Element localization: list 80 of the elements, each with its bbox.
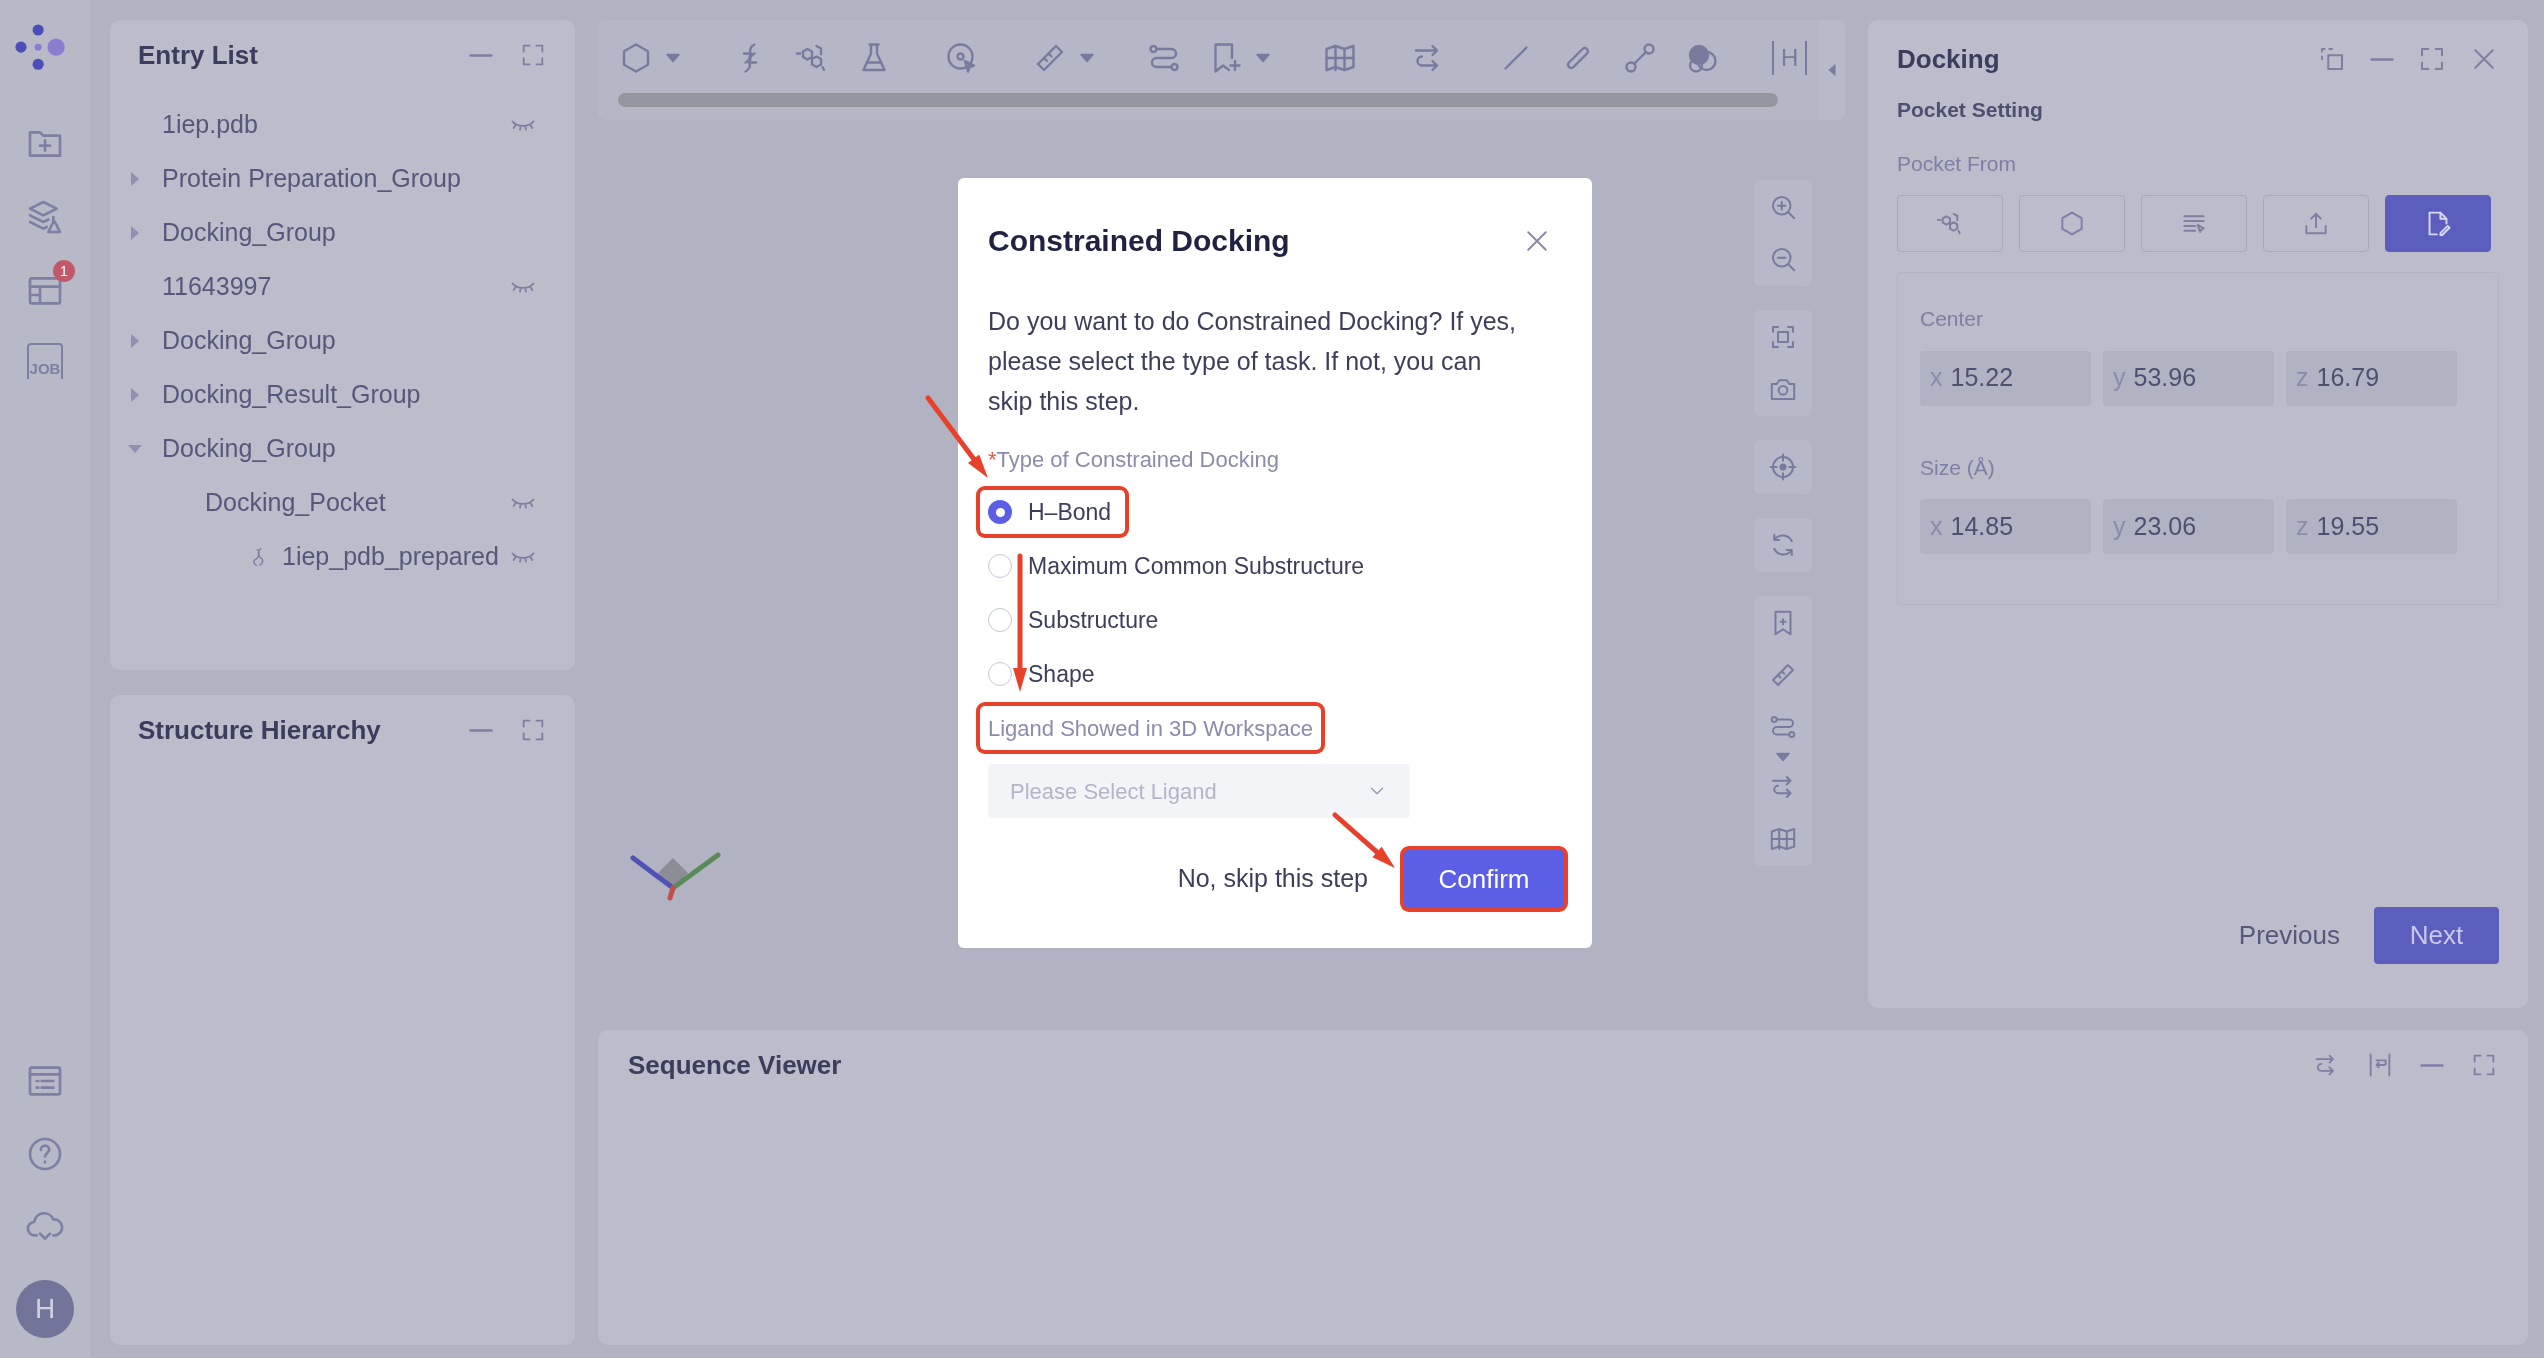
skip-button[interactable]: No, skip this step xyxy=(1177,860,1368,898)
radio-button[interactable] xyxy=(988,608,1012,632)
minimize-button[interactable] xyxy=(469,728,493,732)
item-label: 1iep_pdb_prepared xyxy=(282,541,500,573)
pocket-source-button[interactable] xyxy=(2385,195,2491,252)
tree-item[interactable]: Protein Preparation_Group xyxy=(130,152,547,206)
radio-button[interactable] xyxy=(988,554,1012,578)
item-label: 11643997 xyxy=(162,271,273,303)
item-label: Docking_Result_Group xyxy=(162,379,422,411)
tree-item[interactable]: Docking_Group xyxy=(130,206,547,260)
job-button[interactable]: JOB xyxy=(27,343,63,379)
minimize-button[interactable] xyxy=(2369,57,2395,61)
item-label: Docking_Group xyxy=(162,217,337,249)
pocket-source-button[interactable] xyxy=(2141,195,2247,252)
coordinate-value: 53.96 xyxy=(2133,362,2197,394)
toolbar-button[interactable] xyxy=(1622,40,1658,76)
notification-badge: 1 xyxy=(53,260,75,282)
minimize-button[interactable] xyxy=(2420,1063,2444,1067)
coordinate-value: 19.55 xyxy=(2316,510,2380,542)
toolbar-button[interactable] xyxy=(666,51,680,65)
next-button[interactable]: Next xyxy=(2374,907,2499,964)
required-asterisk: * xyxy=(988,446,997,474)
caret-icon xyxy=(1776,750,1790,764)
caret-icon xyxy=(666,51,680,65)
coordinate-value: 23.06 xyxy=(2133,510,2197,542)
radio-option[interactable]: Maximum Common Substructure xyxy=(980,544,1379,588)
section-title: Pocket Setting xyxy=(1897,97,2044,123)
item-label: 1iep.pdb xyxy=(162,109,259,141)
caret-icon xyxy=(1080,51,1094,65)
field-label: Type of Constrained Docking xyxy=(996,446,1280,474)
tree-item[interactable]: Docking_Group xyxy=(130,314,547,368)
minimize-icon xyxy=(469,728,493,732)
item-label: Docking_Group xyxy=(162,433,337,465)
radio-option[interactable]: Substructure xyxy=(980,598,1173,642)
item-label: Docking_Pocket xyxy=(205,487,387,519)
previous-button[interactable]: Previous xyxy=(2238,916,2340,955)
panel-title: Structure Hierarchy xyxy=(138,713,382,747)
item-label: Protein Preparation_Group xyxy=(162,163,462,195)
placeholder-text: Please Select Ligand xyxy=(1010,777,1218,806)
annotation-arrow xyxy=(1332,812,1395,868)
dialog-message: Do you want to do Constrained Docking? If yes, please select the type of task. If not, you can skip this step. xyxy=(988,306,1518,417)
minimize-icon xyxy=(2369,57,2395,61)
radio-button[interactable] xyxy=(988,500,1012,524)
minimize-button[interactable] xyxy=(469,53,493,57)
coordinate-value: 16.79 xyxy=(2316,362,2380,394)
field-label: Size (Å) xyxy=(1920,454,1996,481)
tree-item[interactable]: 11643997 xyxy=(130,260,547,314)
radio-option[interactable]: Shape xyxy=(980,652,1109,696)
tree-item[interactable]: 1iep_pdb_prepared xyxy=(130,530,547,584)
hydrogen-button[interactable]: H xyxy=(1772,41,1808,75)
pocket-source-button[interactable] xyxy=(2019,195,2125,252)
user-avatar[interactable]: H xyxy=(16,1280,74,1338)
crosshair-icon xyxy=(1768,452,1798,482)
ligand-select[interactable]: Please Select Ligand xyxy=(988,764,1410,818)
panel-title: Sequence Viewer xyxy=(628,1048,843,1082)
tree-item[interactable]: 1iep.pdb xyxy=(130,98,547,152)
panel-title: Entry List xyxy=(138,38,259,72)
tree-item[interactable]: Docking_Group xyxy=(130,422,547,476)
pocket-source-button[interactable] xyxy=(1897,195,2003,252)
field-label: Center xyxy=(1920,306,1985,332)
panel-title: Docking xyxy=(1897,42,2001,76)
field-label: Pocket From xyxy=(1897,150,2018,177)
radio-button[interactable] xyxy=(988,662,1012,686)
caret-icon xyxy=(1256,51,1270,65)
scrollbar-thumb[interactable] xyxy=(618,93,1778,107)
pocket-source-button[interactable] xyxy=(2263,195,2369,252)
toolbar-button[interactable] xyxy=(1776,750,1790,764)
minimize-icon xyxy=(2420,1063,2444,1067)
dialog-title: Constrained Docking xyxy=(988,223,1290,259)
minimize-icon xyxy=(469,53,493,57)
item-label: Docking_Group xyxy=(162,325,337,357)
tree-item[interactable]: Docking_Pocket xyxy=(130,476,547,530)
toolbar-button[interactable] xyxy=(1256,51,1270,65)
toolbar-button[interactable] xyxy=(1768,452,1798,482)
bond-icon xyxy=(1622,40,1658,76)
coordinate-value: 14.85 xyxy=(1950,510,2014,542)
radio-option[interactable]: H–Bond xyxy=(980,490,1126,534)
coordinate-value: 15.22 xyxy=(1950,362,2014,394)
toolbar-button[interactable] xyxy=(1080,51,1094,65)
tree-item[interactable]: Docking_Result_Group xyxy=(130,368,547,422)
